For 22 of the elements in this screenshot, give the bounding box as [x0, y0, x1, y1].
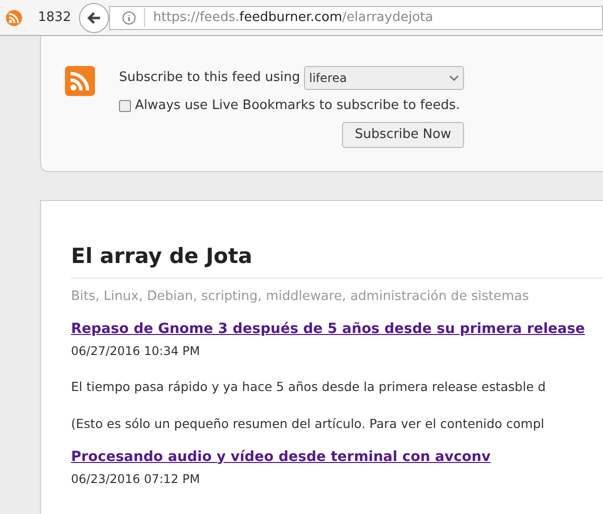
entry-title-link[interactable]: Repaso de Gnome 3 después de 5 años desde su primera release — [71, 321, 585, 337]
feed-title: El array de Jota — [71, 241, 603, 278]
url-text: https://feeds.feedburner.com/elarraydejota — [144, 8, 434, 28]
rss-icon — [6, 10, 22, 26]
entry-paragraph: (Esto es sólo un pequeño resumen del artículo. Para ver el contenido compl — [71, 414, 546, 433]
feed-subtitle: Bits, Linux, Debian, scripting, middleware, administración de sistemas — [71, 288, 530, 306]
entry-date: 06/27/2016 10:34 PM — [71, 343, 201, 360]
checkbox-label: Always use Live Bookmarks to subscribe to feeds. — [135, 97, 460, 115]
tab-count: 1832 — [38, 8, 72, 27]
info-icon — [122, 10, 136, 24]
chevron-down-icon — [449, 75, 460, 81]
reader-dropdown[interactable]: liferea — [304, 66, 464, 90]
entry-date: 06/23/2016 07:12 PM — [71, 470, 201, 488]
back-arrow-icon — [87, 10, 102, 24]
entry-paragraph: El tiempo pasa rápido y ya hace 5 años desde la primera release estasble d — [71, 378, 547, 396]
subscribe-now-button[interactable]: Subscribe Now — [342, 122, 464, 148]
back-button[interactable] — [79, 2, 110, 32]
entry-title-link[interactable]: Procesando audio y vídeo desde terminal con avconv — [71, 448, 491, 464]
subscribe-label: Subscribe to this feed using — [119, 69, 300, 88]
address-bar[interactable]: https://feeds.feedburner.com/elarraydejota — [109, 6, 603, 30]
checkbox[interactable] — [119, 100, 131, 112]
rss-icon — [65, 66, 95, 96]
